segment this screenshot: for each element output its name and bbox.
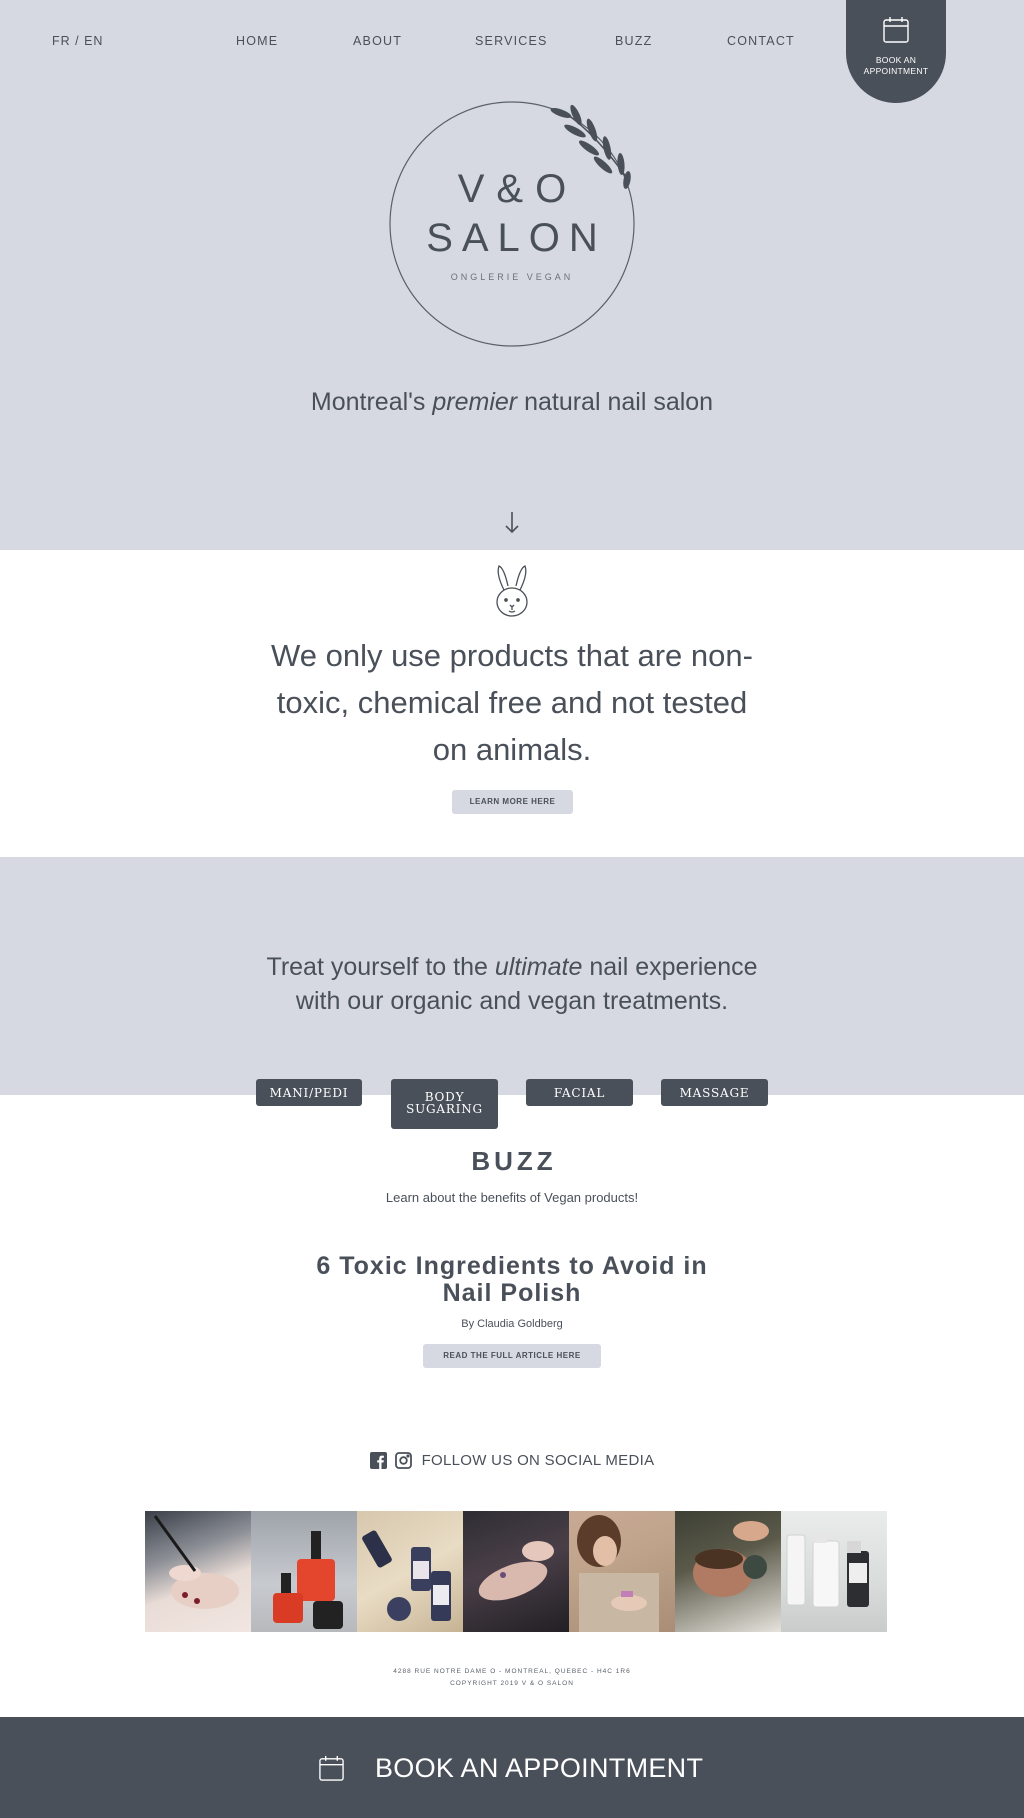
tagline-emphasis: premier <box>432 388 518 416</box>
tab-facial[interactable]: FACIAL <box>526 1079 633 1106</box>
treatments-line-1-b: nail experience <box>582 953 758 981</box>
treatments-emphasis: ultimate <box>494 953 583 981</box>
book-tab-label: BOOK AN APPOINTMENT <box>863 55 929 76</box>
book-appointment-footer[interactable]: BOOK AN APPOINTMENT <box>0 1717 1024 1818</box>
treatments-line-2: with our organic and vegan treatments. <box>295 987 729 1015</box>
buzz-title: BUZZ <box>471 1146 557 1176</box>
tab-body-sugaring[interactable]: BODY SUGARING <box>391 1079 498 1129</box>
gallery-photo-polish[interactable] <box>251 1511 357 1632</box>
logo-subtitle: ONGLERIE VEGAN <box>450 272 574 282</box>
facebook-icon[interactable] <box>369 1452 387 1469</box>
social-row: FOLLOW US ON SOCIAL MEDIA <box>0 1452 1024 1472</box>
nav-contact[interactable]: CONTACT <box>727 34 795 48</box>
tagline-part-a: Montreal's <box>310 388 433 416</box>
gallery-photo-products[interactable] <box>781 1511 887 1632</box>
footer-book-label: BOOK AN APPOINTMENT <box>375 1753 704 1783</box>
address-block: 4288 RUE NOTRE DAME O - MONTREAL, QUEBEC… <box>0 1666 1024 1690</box>
instagram-icon[interactable] <box>394 1452 412 1469</box>
logo-line-1: V&O <box>457 167 579 211</box>
hero-section: FR / EN HOME ABOUT SERVICES BUZZ CONTACT… <box>0 0 1024 550</box>
instagram-gallery <box>145 1511 901 1632</box>
tagline-part-b: natural nail salon <box>517 388 714 416</box>
calendar-icon <box>319 1755 344 1781</box>
learn-more-button[interactable]: LEARN MORE HERE <box>452 790 573 814</box>
article-author: By Claudia Goldberg <box>461 1318 563 1330</box>
buzz-subtitle: Learn about the benefits of Vegan produc… <box>385 1190 639 1205</box>
nav-about[interactable]: ABOUT <box>353 34 402 48</box>
products-statement: We only use products that are non-toxic,… <box>271 638 753 767</box>
gallery-photo-hand-care[interactable] <box>463 1511 569 1632</box>
gallery-photo-serums[interactable] <box>357 1511 463 1632</box>
arrow-down-icon[interactable] <box>502 510 522 536</box>
nav-buzz[interactable]: BUZZ <box>615 34 652 48</box>
tab-mani-pedi[interactable]: MANI/PEDI <box>256 1079 362 1106</box>
nav-home[interactable]: HOME <box>236 34 278 48</box>
social-label: FOLLOW US ON SOCIAL MEDIA <box>421 1452 655 1469</box>
address-line: 4288 RUE NOTRE DAME O - MONTREAL, QUEBEC… <box>393 1668 631 1675</box>
treatments-line-1: Treat yourself to the ultimate nail expe… <box>0 950 1024 984</box>
gallery-photo-facial[interactable] <box>675 1511 781 1632</box>
hero-tagline: Montreal's premier natural nail salon <box>0 388 1024 417</box>
treatments-line-1-a: Treat yourself to the <box>266 953 495 981</box>
tab-massage[interactable]: MASSAGE <box>661 1079 768 1106</box>
logo-line-2: SALON <box>426 216 607 260</box>
article-title[interactable]: 6 Toxic Ingredients to Avoid in Nail Pol… <box>312 1253 712 1307</box>
rabbit-icon <box>496 565 528 617</box>
copyright-line: COPYRIGHT 2019 V & O SALON <box>450 1680 574 1687</box>
book-appointment-tab[interactable]: BOOK AN APPOINTMENT <box>846 0 946 103</box>
calendar-icon <box>883 17 909 43</box>
gallery-photo-manicure[interactable] <box>145 1511 251 1632</box>
gallery-photo-nail-artist[interactable] <box>569 1511 675 1632</box>
read-article-button[interactable]: READ THE FULL ARTICLE HERE <box>423 1344 601 1368</box>
nav-services[interactable]: SERVICES <box>475 34 548 48</box>
treatments-text: Treat yourself to the ultimate nail expe… <box>0 950 1024 1018</box>
